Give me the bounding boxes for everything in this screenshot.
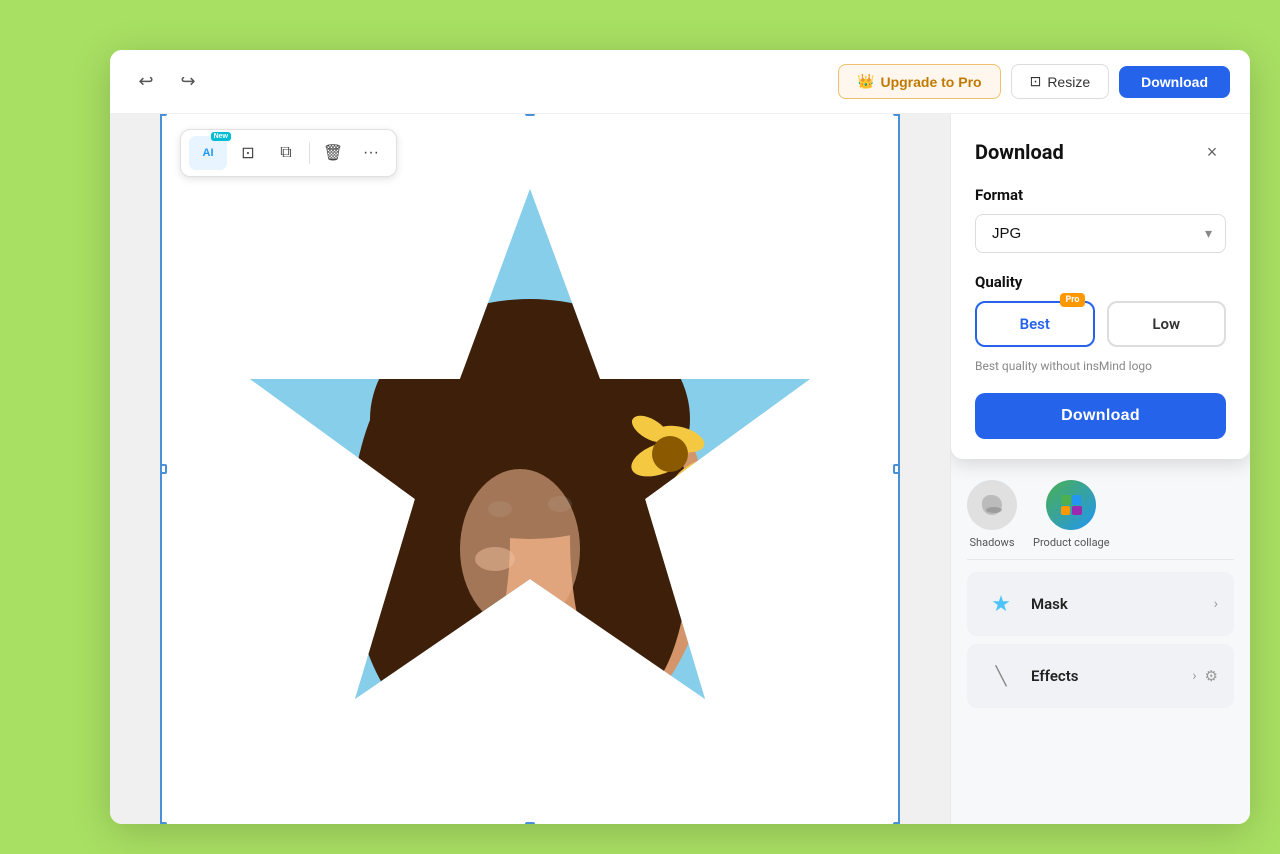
handle-bot-left[interactable] [160,822,167,824]
shadow-svg [979,492,1005,518]
toolbar-divider [309,142,310,164]
panel-title: Download [975,140,1064,164]
delete-tool-button[interactable]: 🗑 [316,136,350,170]
collage-svg [1058,492,1084,518]
delete-icon: 🗑 [323,143,343,163]
right-sidebar: Download × Format JPG PNG WEBP PDF ▾ Qua… [950,114,1250,824]
effects-title: Effects [1031,667,1078,685]
floating-toolbar: AI New ⊡ ⧉ 🗑 ··· [180,129,397,177]
main-area: AI New ⊡ ⧉ 🗑 ··· [110,114,1250,824]
quality-options: Pro Best Low [975,301,1226,347]
shadows-tool[interactable]: Shadows [967,480,1017,549]
undo-icon: ↩ [138,71,153,92]
header: ↩ ↪ 👑 Upgrade to Pro ⊡ Resize Download [110,50,1250,114]
redo-icon: ↪ [180,71,195,92]
effects-section-left: ╲ Effects [983,658,1078,694]
handle-top-left[interactable] [160,114,167,116]
shadows-label: Shadows [970,536,1015,549]
download-main-button[interactable]: Download [975,393,1226,439]
shadows-icon [967,480,1017,530]
product-collage-tool[interactable]: Product collage [1033,480,1110,549]
format-label: Format [975,186,1226,204]
handle-bot-center[interactable] [525,822,535,824]
app-container: ↩ ↪ 👑 Upgrade to Pro ⊡ Resize Download [110,50,1250,824]
handle-top-center[interactable] [525,114,535,116]
undo-button[interactable]: ↩ [130,66,162,98]
close-icon: × [1207,142,1218,163]
download-header-label: Download [1141,74,1208,90]
sliders-icon: ⚙ [1205,667,1218,685]
new-badge: New [211,132,231,141]
quality-hint: Best quality without insMind logo [975,359,1226,373]
download-panel: Download × Format JPG PNG WEBP PDF ▾ Qua… [951,114,1250,459]
duplicate-tool-button[interactable]: ⧉ [269,136,303,170]
close-panel-button[interactable]: × [1198,138,1226,166]
header-left: ↩ ↪ [130,66,828,98]
format-select[interactable]: JPG PNG WEBP PDF [975,214,1226,253]
sidebar-tool-row: Shadows Product collage [967,470,1234,560]
ai-label: AI [203,147,214,159]
quality-best-label: Best [1020,315,1050,333]
format-select-wrapper: JPG PNG WEBP PDF ▾ [975,214,1226,253]
ai-tool-button[interactable]: AI New [189,136,227,170]
mask-section-left: ★ Mask [983,586,1068,622]
effects-chevron-icon: › [1192,668,1196,684]
header-right: 👑 Upgrade to Pro ⊡ Resize Download [838,64,1230,99]
download-header-button[interactable]: Download [1119,66,1230,98]
mask-icon: ★ [983,586,1019,622]
crown-icon: 👑 [857,73,874,90]
star-mask-svg [230,159,830,779]
effects-section[interactable]: ╲ Effects › ⚙ [967,644,1234,708]
download-main-label: Download [1061,407,1140,424]
quality-best-option[interactable]: Pro Best [975,301,1095,347]
canvas-frame: AI New ⊡ ⧉ 🗑 ··· [160,114,900,824]
effects-row-right: › ⚙ [1192,667,1218,685]
handle-mid-left[interactable] [160,464,167,474]
frame-tool-button[interactable]: ⊡ [231,136,265,170]
quality-low-option[interactable]: Low [1107,301,1227,347]
pro-badge: Pro [1060,293,1084,307]
mask-title: Mask [1031,595,1068,613]
more-tool-button[interactable]: ··· [354,136,388,170]
handle-bot-right[interactable] [893,822,900,824]
upgrade-label: Upgrade to Pro [880,74,981,90]
more-icon: ··· [363,144,379,162]
frame-icon: ⊡ [241,143,254,163]
duplicate-icon: ⧉ [280,144,291,162]
redo-button[interactable]: ↪ [172,66,204,98]
product-collage-label: Product collage [1033,536,1110,549]
quality-low-label: Low [1152,315,1180,333]
mask-section[interactable]: ★ Mask › [967,572,1234,636]
star-image-container [230,159,830,779]
quality-label: Quality [975,273,1226,291]
upgrade-button[interactable]: 👑 Upgrade to Pro [838,64,1001,99]
handle-top-right[interactable] [893,114,900,116]
sidebar-bottom: Shadows Product collage [951,454,1250,732]
panel-header: Download × [975,138,1226,166]
resize-icon: ⊡ [1030,73,1042,90]
handle-mid-right[interactable] [893,464,900,474]
resize-button[interactable]: ⊡ Resize [1011,64,1110,99]
effects-icon: ╲ [983,658,1019,694]
mask-chevron-icon: › [1214,596,1218,612]
resize-label: Resize [1047,74,1090,90]
canvas-area: AI New ⊡ ⧉ 🗑 ··· [110,114,950,824]
product-collage-icon [1046,480,1096,530]
